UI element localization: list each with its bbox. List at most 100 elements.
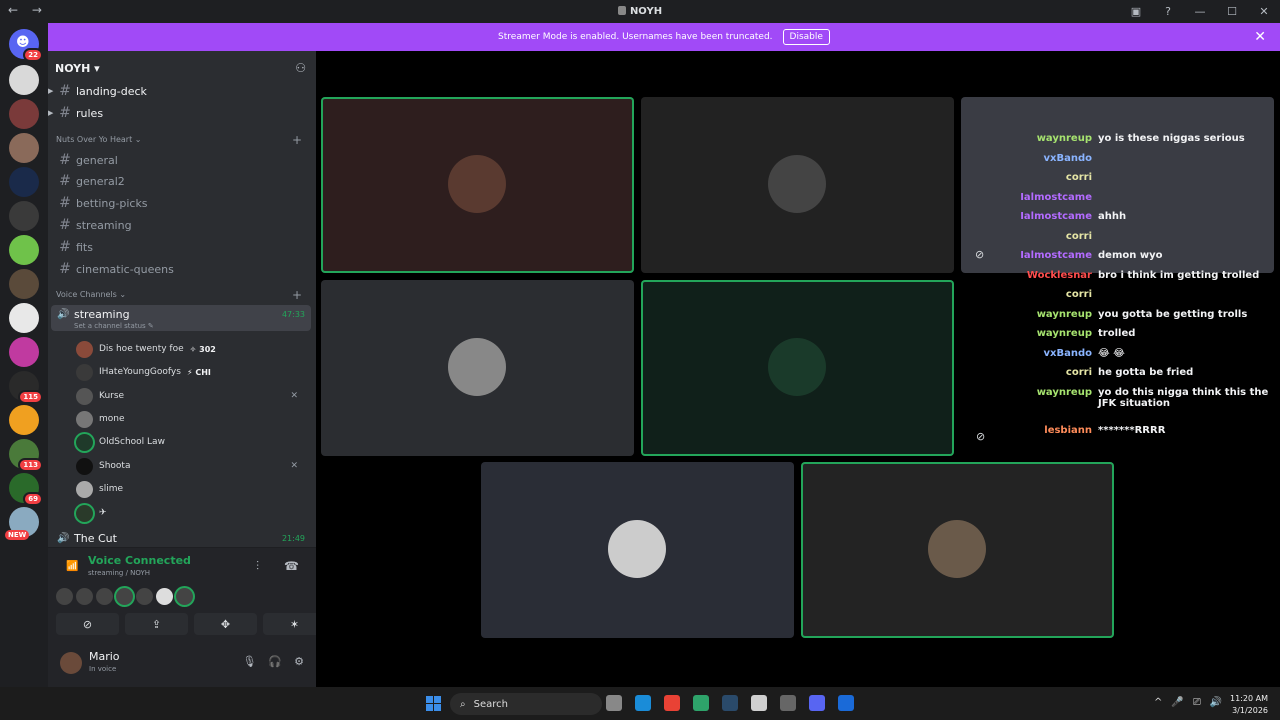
server-icon[interactable]: [9, 405, 39, 435]
video-tile[interactable]: [321, 97, 634, 273]
video-tile[interactable]: [641, 97, 954, 273]
server-icon[interactable]: [9, 303, 39, 333]
channel-rules[interactable]: ▶ # rules: [48, 103, 308, 123]
file-explorer-icon[interactable]: [606, 695, 622, 711]
voice-user[interactable]: mone: [76, 408, 306, 430]
activities-button[interactable]: ✥: [194, 613, 257, 635]
server-icon[interactable]: [9, 235, 39, 265]
inbox-icon[interactable]: ▣: [1120, 5, 1152, 18]
server-icon[interactable]: 69: [9, 473, 43, 506]
server-icon[interactable]: [9, 65, 39, 95]
disable-button[interactable]: Disable: [782, 29, 830, 45]
avatar[interactable]: [96, 588, 113, 605]
channel-label: streaming: [76, 218, 132, 232]
server-icon[interactable]: [9, 133, 39, 163]
category-nuts-over-yo-heart[interactable]: Nuts Over Yo Heart ⌄ +: [56, 133, 302, 147]
steam-icon[interactable]: [722, 695, 738, 711]
start-button[interactable]: [426, 696, 441, 711]
category-voice-channels[interactable]: Voice Channels ⌄ +: [56, 288, 302, 302]
server-icon[interactable]: [9, 337, 39, 367]
avatar[interactable]: [156, 588, 173, 605]
avatar[interactable]: [176, 588, 193, 605]
microphone-icon[interactable]: 🎙: [242, 655, 256, 668]
chat-text: [1098, 289, 1278, 309]
app-icon[interactable]: [838, 695, 854, 711]
muted-icon: ✕: [290, 391, 298, 401]
clock[interactable]: 11:20 AM 3/1/2026: [1230, 693, 1268, 717]
voice-connected-status[interactable]: Voice Connected: [88, 554, 191, 567]
video-tile[interactable]: [641, 280, 954, 456]
voice-user-name: IHateYoungGoofys: [99, 367, 181, 377]
server-icon[interactable]: [9, 269, 39, 299]
user-controls: 🎙 🎧 ⚙: [242, 655, 304, 668]
headphones-icon[interactable]: 🎧: [268, 655, 282, 668]
camera-off-button[interactable]: ⊘: [56, 613, 119, 635]
tray-overflow-icon[interactable]: ^: [1154, 697, 1162, 708]
banner-close-icon[interactable]: ✕: [1254, 29, 1266, 45]
channel-status[interactable]: Set a channel status ✎: [74, 322, 154, 330]
help-icon[interactable]: ?: [1152, 5, 1184, 18]
voice-channel-streaming[interactable]: 🔊 streaming Set a channel status ✎ 47:33: [51, 305, 311, 331]
server-icon[interactable]: NEW: [5, 507, 39, 540]
channel-streaming[interactable]: # streaming: [56, 215, 308, 235]
edge-icon[interactable]: [635, 695, 651, 711]
microphone-icon[interactable]: 🎤: [1171, 697, 1183, 708]
server-icon[interactable]: 113: [9, 439, 43, 472]
voice-user[interactable]: ✈: [76, 502, 306, 524]
voice-user[interactable]: IHateYoungGoofys ⚡ CHI: [76, 361, 306, 383]
minimize-button[interactable]: —: [1184, 5, 1216, 18]
app-icon[interactable]: [780, 695, 796, 711]
server-icon[interactable]: [9, 167, 39, 197]
video-tile[interactable]: [321, 280, 634, 456]
avatar[interactable]: [60, 652, 82, 674]
speaker-icon: 🔊: [57, 309, 70, 320]
taskbar-search[interactable]: ⌕ Search: [450, 693, 602, 715]
avatar[interactable]: [76, 588, 93, 605]
screen-share-button[interactable]: ⇪: [125, 613, 188, 635]
chat-message: corri: [1016, 231, 1280, 251]
channel-general[interactable]: # general: [56, 150, 308, 170]
avatar: [76, 457, 93, 475]
volume-icon[interactable]: 🔊: [1210, 697, 1222, 708]
noise-suppression-icon[interactable]: ⫶: [256, 559, 259, 574]
server-icon[interactable]: [9, 201, 39, 231]
avatar[interactable]: [136, 588, 153, 605]
disconnect-icon[interactable]: ☎: [284, 559, 299, 573]
chat-message: Ialmostcame: [1016, 192, 1280, 212]
add-channel-icon[interactable]: +: [292, 288, 302, 302]
channel-betting-picks[interactable]: # betting-picks: [56, 193, 308, 213]
close-window-button[interactable]: ✕: [1248, 5, 1280, 18]
channel-landing-deck[interactable]: ▶ # landing-deck: [48, 81, 308, 101]
maximize-button[interactable]: ☐: [1216, 5, 1248, 18]
chat-message: vxBando 😂 😂: [1016, 348, 1280, 368]
voice-user[interactable]: Shoota ✕: [76, 455, 306, 477]
voice-user[interactable]: OldSchool Law: [76, 431, 306, 453]
chat-message: waynreup trolled: [1016, 328, 1280, 348]
chrome-icon[interactable]: [664, 695, 680, 711]
network-icon[interactable]: ⎚: [1193, 697, 1201, 708]
video-tile[interactable]: [801, 462, 1114, 638]
app-icon[interactable]: [693, 695, 709, 711]
voice-user[interactable]: Dis hoe twenty foe ✧ 302: [76, 338, 306, 360]
avatar[interactable]: [56, 588, 73, 605]
channel-label: general: [76, 153, 118, 167]
server-icon[interactable]: [9, 99, 39, 129]
server-icon[interactable]: 115: [9, 371, 43, 404]
avatar[interactable]: [116, 588, 133, 605]
collapse-arrow-icon: ▶: [48, 109, 54, 117]
gear-icon[interactable]: ⚙: [294, 655, 304, 668]
server-header[interactable]: NOYH ▾ ⚇: [48, 51, 316, 85]
signal-icon[interactable]: 📶: [66, 561, 78, 572]
voice-user[interactable]: slime: [76, 478, 306, 500]
channel-general2[interactable]: # general2: [56, 171, 308, 191]
discord-icon[interactable]: [809, 695, 825, 711]
system-tray: ^ 🎤 ⎚ 🔊: [1154, 697, 1222, 708]
channel-fits[interactable]: # fits: [56, 237, 308, 257]
add-channel-icon[interactable]: +: [292, 133, 302, 147]
channel-cinematic-queens[interactable]: # cinematic-queens: [56, 259, 308, 279]
app-icon[interactable]: [751, 695, 767, 711]
video-tile[interactable]: [481, 462, 794, 638]
home-button[interactable]: ☻ 22: [9, 29, 43, 62]
voice-user[interactable]: Kurse ✕: [76, 385, 306, 407]
add-member-icon[interactable]: ⚇: [295, 61, 306, 75]
